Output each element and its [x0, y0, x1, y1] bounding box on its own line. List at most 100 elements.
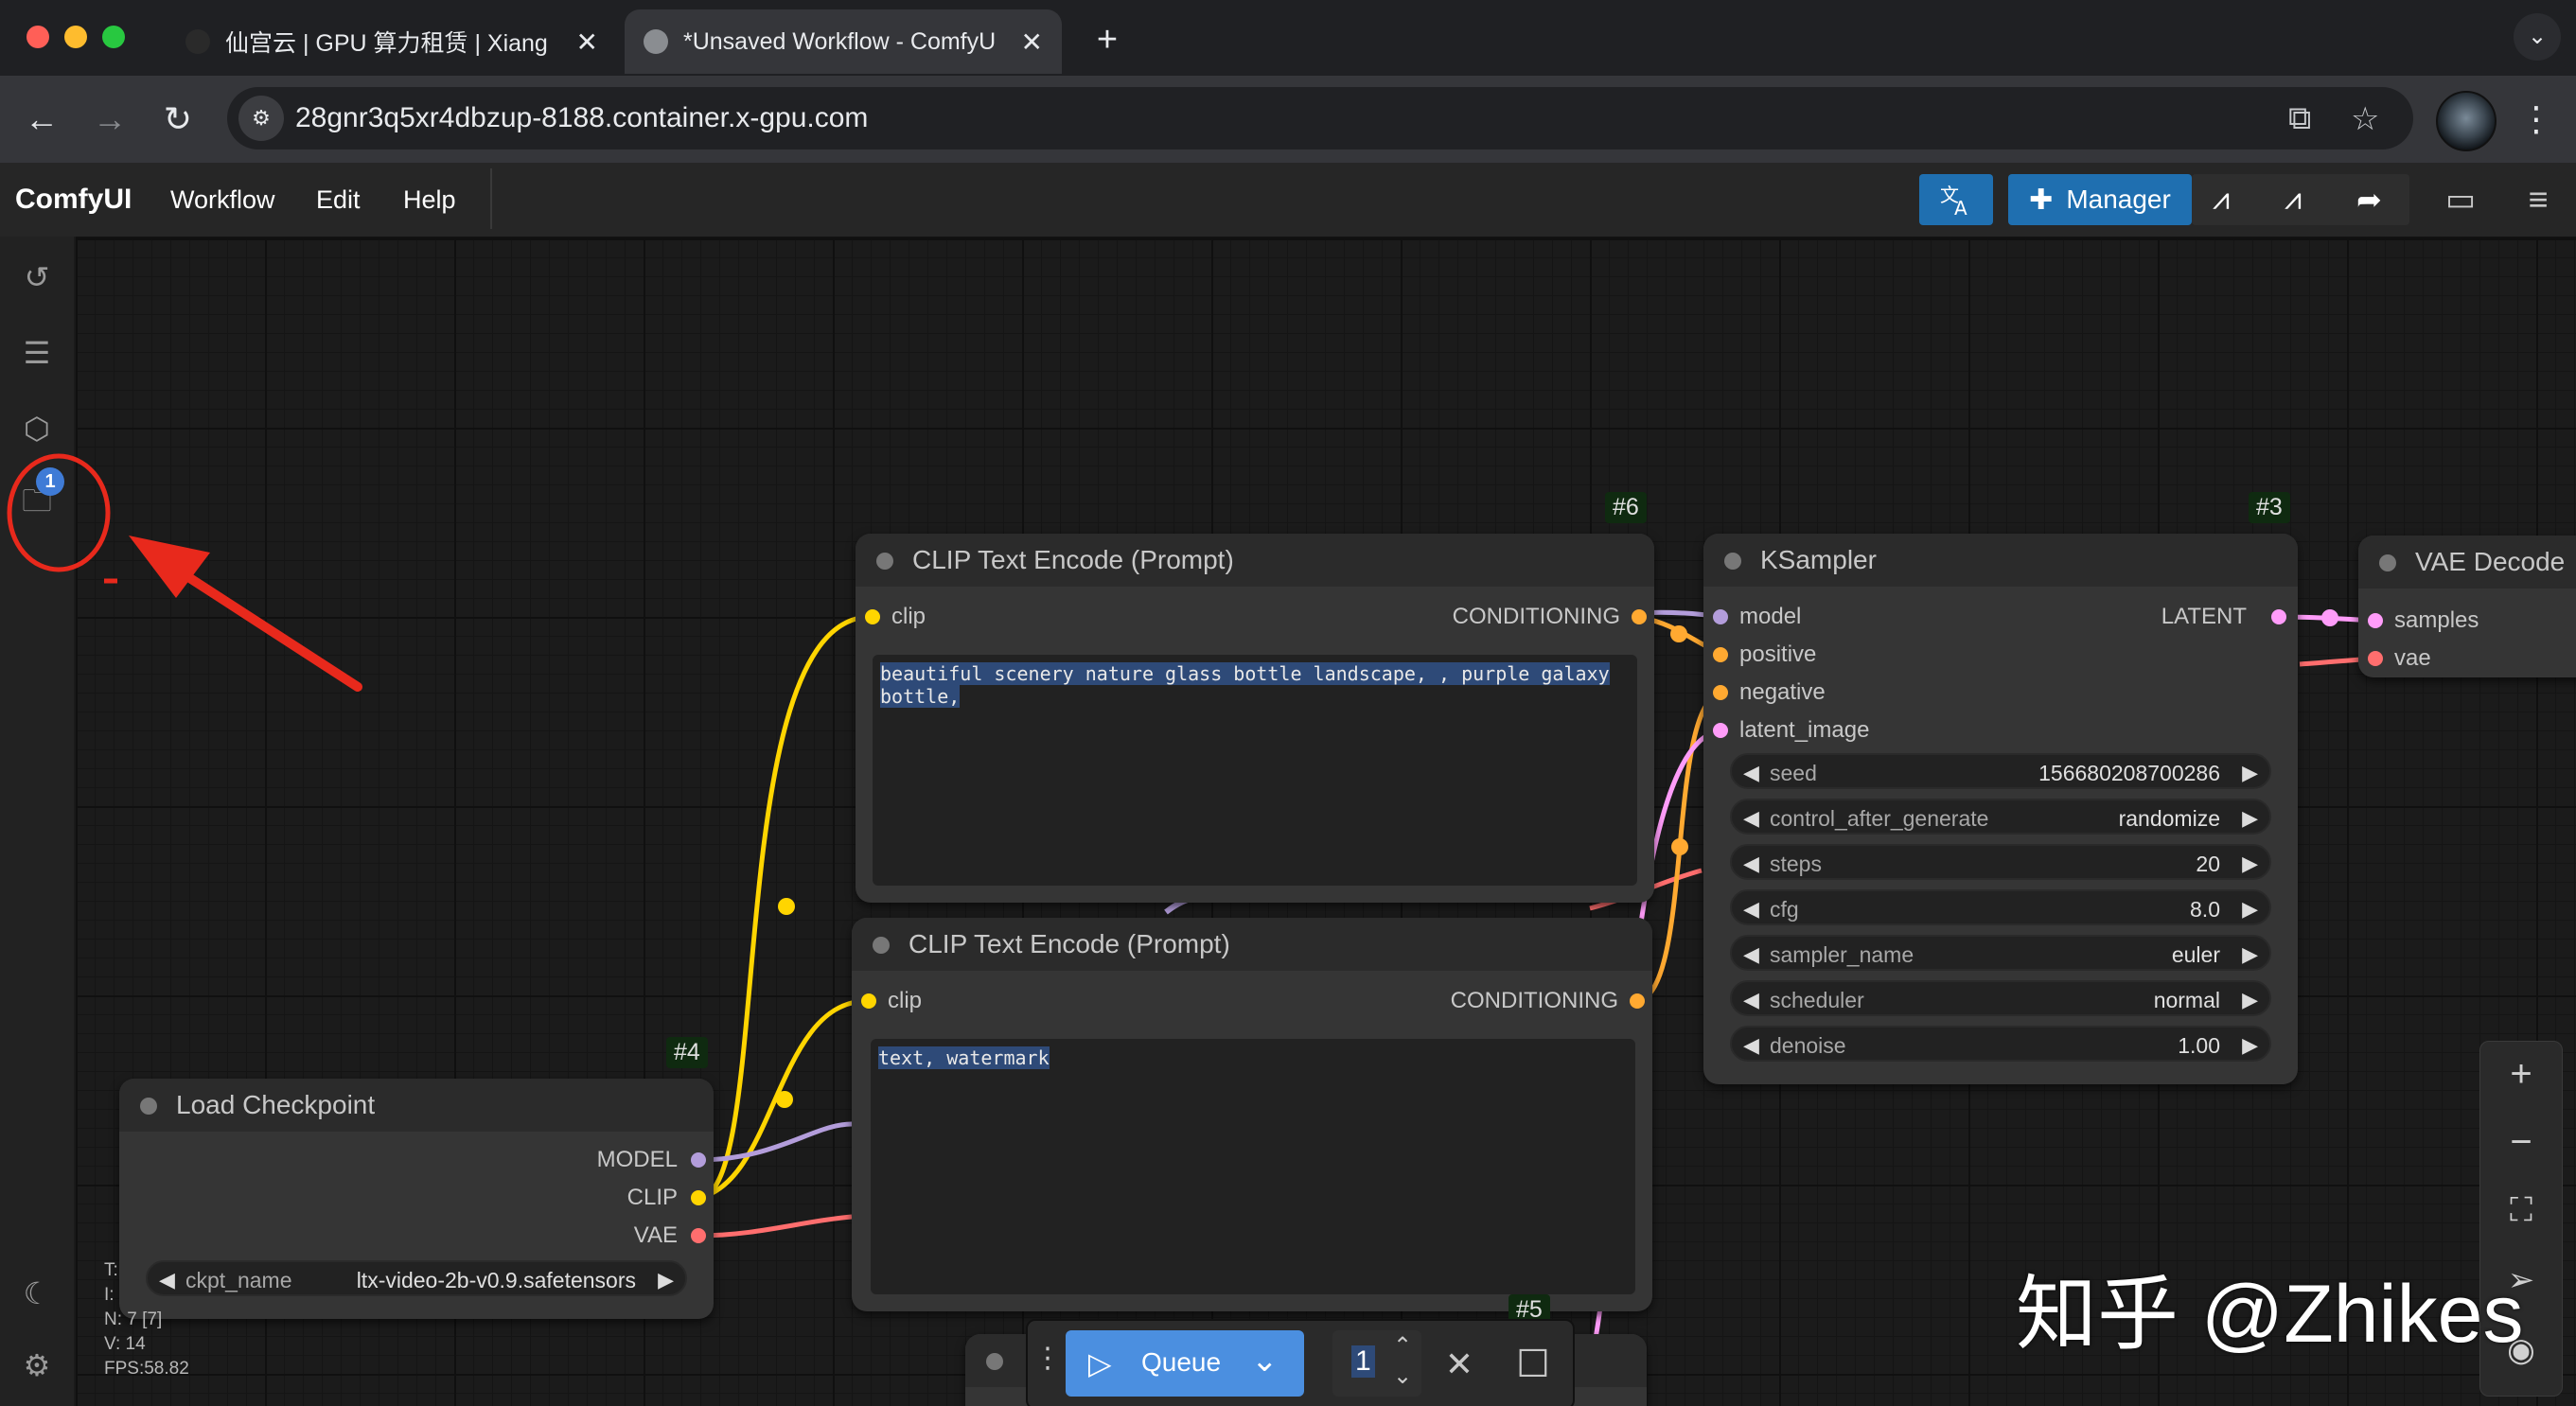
collapse-dot-icon[interactable]	[876, 553, 893, 570]
output-slot-dot[interactable]	[1632, 609, 1647, 624]
widget-sampler-name[interactable]: ◀ sampler_name euler ▶	[1730, 935, 2271, 971]
node-id-label: #3	[2249, 492, 2290, 523]
widget-value: ltx-video-2b-v0.9.safetensors	[356, 1268, 636, 1292]
increment-arrow-icon[interactable]: ▶	[658, 1268, 674, 1292]
input-slot-dot[interactable]	[2368, 651, 2383, 666]
input-slot-dot[interactable]	[2368, 613, 2383, 628]
prompt-text: text, watermark	[878, 1046, 1050, 1069]
node-header[interactable]: KSampler	[1703, 534, 2298, 587]
collapse-dot-icon[interactable]	[986, 1353, 1003, 1370]
link-reroute-dot	[1670, 625, 1687, 642]
widget-label: scheduler	[1770, 988, 1864, 1012]
widget-value: normal	[2153, 988, 2220, 1012]
increment-arrow-icon[interactable]: ▶	[2242, 897, 2258, 922]
input-label: model	[1739, 604, 1802, 629]
queue-button[interactable]: ▷ Queue ⌄	[1066, 1330, 1304, 1397]
output-slot-dot[interactable]	[2271, 609, 2286, 624]
input-label: negative	[1739, 679, 1826, 705]
node-id-label: #6	[1605, 492, 1647, 523]
node-title: VAE Decode	[2415, 547, 2566, 576]
increment-arrow-icon[interactable]: ▶	[2242, 852, 2258, 876]
input-label: positive	[1739, 641, 1817, 667]
clip-text-encode-node[interactable]: CLIP Text Encode (Prompt) clip CONDITION…	[852, 918, 1652, 1311]
prompt-textarea[interactable]: text, watermark	[871, 1039, 1635, 1294]
chevron-down-icon[interactable]: ⌄	[1393, 1362, 1412, 1390]
input-slot-dot[interactable]	[1713, 723, 1728, 738]
widget-label: seed	[1770, 761, 1817, 785]
link-model	[697, 1121, 853, 1163]
ksampler-node[interactable]: KSampler model positive negative latent_…	[1703, 534, 2298, 1084]
drag-handle-icon[interactable]: ⋮	[1033, 1342, 1062, 1375]
widget-label: denoise	[1770, 1033, 1846, 1058]
load-checkpoint-node[interactable]: Load Checkpoint MODEL CLIP VAE ◀ ckpt_na…	[119, 1079, 714, 1319]
increment-arrow-icon[interactable]: ▶	[2242, 806, 2258, 831]
increment-arrow-icon[interactable]: ▶	[2242, 988, 2258, 1012]
widget-value: 20	[2196, 852, 2220, 876]
widget-denoise[interactable]: ◀ denoise 1.00 ▶	[1730, 1026, 2271, 1062]
node-header[interactable]: CLIP Text Encode (Prompt)	[856, 534, 1654, 587]
input-slot-dot[interactable]	[1713, 609, 1728, 624]
collapse-dot-icon[interactable]	[140, 1098, 157, 1115]
decrement-arrow-icon[interactable]: ◀	[1743, 761, 1759, 785]
widget-value: euler	[2171, 942, 2220, 967]
increment-arrow-icon[interactable]: ▶	[2242, 942, 2258, 967]
decrement-arrow-icon[interactable]: ◀	[1743, 988, 1759, 1012]
chevron-down-icon[interactable]: ⌄	[1251, 1342, 1279, 1380]
widget-scheduler[interactable]: ◀ scheduler normal ▶	[1730, 980, 2271, 1016]
screen: 仙宫云 | GPU 算力租赁 | Xiang ✕ *Unsaved Workfl…	[0, 0, 2576, 1406]
collapse-dot-icon[interactable]	[873, 937, 890, 954]
fit-view-icon[interactable]: ⛶	[2480, 1182, 2562, 1239]
decrement-arrow-icon[interactable]: ◀	[1743, 897, 1759, 922]
widget-control-after-generate[interactable]: ◀ control_after_generate randomize ▶	[1730, 799, 2271, 835]
increment-arrow-icon[interactable]: ▶	[2242, 1033, 2258, 1058]
collapse-dot-icon[interactable]	[2379, 554, 2396, 571]
input-slot-dot[interactable]	[861, 993, 876, 1009]
output-slot-dot[interactable]	[691, 1190, 706, 1205]
widget-value: randomize	[2118, 806, 2220, 831]
widget-seed[interactable]: ◀ seed 156680208700286 ▶	[1730, 753, 2271, 789]
node-header[interactable]: CLIP Text Encode (Prompt)	[852, 918, 1652, 971]
decrement-arrow-icon[interactable]: ◀	[1743, 942, 1759, 967]
stop-square-icon[interactable]: ☐	[1507, 1338, 1560, 1391]
chevron-up-icon[interactable]: ⌃	[1393, 1332, 1412, 1360]
clip-text-encode-node[interactable]: CLIP Text Encode (Prompt) clip CONDITION…	[856, 534, 1654, 903]
vae-decode-node[interactable]: VAE Decode samples vae	[2358, 536, 2576, 677]
widget-label: control_after_generate	[1770, 806, 1989, 831]
stat-line: I:	[104, 1285, 115, 1305]
decrement-arrow-icon[interactable]: ◀	[1743, 852, 1759, 876]
cancel-x-icon[interactable]: ✕	[1433, 1338, 1486, 1391]
input-slot-dot[interactable]	[1713, 685, 1728, 700]
canvas-stats: T: I: N: 7 [7] V: 14 FPS:58.82	[104, 1258, 189, 1381]
increment-arrow-icon[interactable]: ▶	[2242, 761, 2258, 785]
output-label: VAE	[633, 1222, 678, 1248]
widget-cfg[interactable]: ◀ cfg 8.0 ▶	[1730, 889, 2271, 925]
widget-label: steps	[1770, 852, 1822, 876]
decrement-arrow-icon[interactable]: ◀	[1743, 1033, 1759, 1058]
zoom-out-icon[interactable]: −	[2480, 1114, 2562, 1170]
node-header[interactable]: VAE Decode	[2358, 536, 2576, 589]
widget-value: 1.00	[2178, 1033, 2220, 1058]
zoom-in-icon[interactable]: +	[2480, 1046, 2562, 1102]
input-label: clip	[891, 604, 926, 629]
prompt-text: beautiful scenery nature glass bottle la…	[880, 662, 1610, 708]
decrement-arrow-icon[interactable]: ◀	[1743, 806, 1759, 831]
widget-label: cfg	[1770, 897, 1799, 922]
stat-line: FPS:58.82	[104, 1359, 189, 1379]
output-slot-dot[interactable]	[1630, 993, 1645, 1009]
prompt-textarea[interactable]: beautiful scenery nature glass bottle la…	[873, 655, 1637, 886]
input-slot-dot[interactable]	[1713, 647, 1728, 662]
output-slot-dot[interactable]	[691, 1228, 706, 1243]
widget-ckpt-name[interactable]: ◀ ckpt_name ltx-video-2b-v0.9.safetensor…	[146, 1260, 687, 1296]
collapse-dot-icon[interactable]	[1724, 553, 1741, 570]
batch-count-value[interactable]: 1	[1351, 1345, 1375, 1378]
stat-line: V: 14	[104, 1334, 146, 1354]
widget-steps[interactable]: ◀ steps 20 ▶	[1730, 844, 2271, 880]
batch-count-stepper[interactable]: 1 ⌃ ⌄	[1332, 1330, 1421, 1397]
queue-toolbar: ⋮ ▷ Queue ⌄ 1 ⌃ ⌄ ✕ ☐	[1026, 1319, 1575, 1406]
input-slot-dot[interactable]	[865, 609, 880, 624]
widget-value: 156680208700286	[2038, 761, 2220, 785]
widget-label: ckpt_name	[185, 1268, 292, 1292]
output-slot-dot[interactable]	[691, 1152, 706, 1168]
input-label: samples	[2394, 607, 2479, 633]
node-header[interactable]: Load Checkpoint	[119, 1079, 714, 1132]
